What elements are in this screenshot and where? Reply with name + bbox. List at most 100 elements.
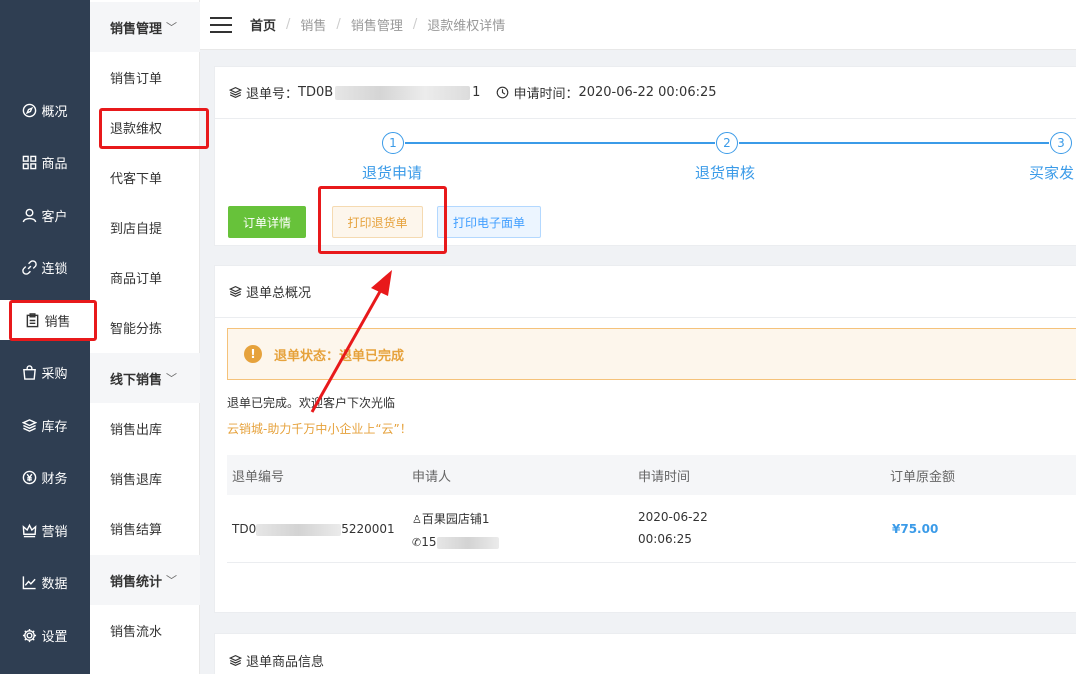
section-title: 退单总概况 [246, 286, 312, 301]
step-label: 买家发 [1029, 164, 1075, 182]
refund-overview-card: 退单总概况 ! 退单状态：退单已完成 退单已完成。欢迎客户下次光临 云销城-助力… [214, 265, 1076, 613]
user-icon [23, 208, 37, 222]
table-row: TD0 5220001 ♙百果园店铺1 ✆15 2020-06-22 00:06:… [227, 495, 1076, 563]
apply-time-cell: 2020-06-22 00:06:25 [638, 510, 708, 546]
progress-steps: 1 2 3 退货申请 退货审核 买家发 [215, 129, 1076, 189]
refund-info-card: 退单号： TD0B 1 申请时间： 2020-06-22 00:06:25 1 … [214, 66, 1076, 246]
submenu-item-sales-flow[interactable]: 销售流水 [90, 605, 200, 655]
submenu-label: 到店自提 [110, 221, 163, 237]
nav-label: 商品 [41, 156, 68, 172]
applicant-name: 百果园店铺1 [421, 512, 490, 526]
chart-icon [23, 575, 37, 589]
breadcrumb-separator: / [412, 17, 418, 32]
layers-icon [22, 418, 38, 432]
submenu-label: 销售出库 [110, 422, 163, 438]
nav-item-customer[interactable]: 客户 [0, 195, 90, 235]
submenu-item-pickup[interactable]: 到店自提 [90, 202, 200, 252]
nav-label: 设置 [41, 629, 68, 645]
breadcrumb-sales-management[interactable]: 销售管理 [351, 15, 403, 34]
column-header: 申请人 [412, 469, 452, 485]
nav-label: 库存 [41, 419, 68, 435]
submenu-label: 智能分拣 [110, 321, 163, 337]
user-icon: ♙ [412, 513, 422, 526]
link-icon [22, 259, 38, 275]
nav-item-goods[interactable]: 商品 [0, 142, 90, 182]
refund-goods-card: 退单商品信息 [214, 633, 1076, 674]
submenu-group-sales-management[interactable]: 销售管理 ﹀ [90, 2, 200, 52]
column-header: 退单编号 [232, 469, 285, 485]
submenu-group-sales-stats[interactable]: 销售统计 ﹀ [90, 555, 200, 605]
step-connector [405, 142, 715, 144]
submenu-group-offline-sales[interactable]: 线下销售 ﹀ [90, 353, 200, 403]
breadcrumb-sales[interactable]: 销售 [300, 15, 326, 34]
refund-no-cell: TD0 5220001 [232, 522, 395, 536]
breadcrumb-separator: / [336, 17, 341, 32]
apply-date: 2020-06-22 [638, 510, 708, 524]
section-title: 退单商品信息 [246, 654, 325, 670]
submenu-label: 商品订单 [110, 271, 163, 287]
gear-icon [23, 628, 37, 642]
step-connector [739, 142, 1049, 144]
submenu-item-proxy-order[interactable]: 代客下单 [90, 152, 200, 202]
submenu-group-label: 线下销售 [110, 372, 163, 388]
layers-icon [229, 86, 242, 99]
print-waybill-button[interactable]: 打印电子面单 [437, 206, 541, 238]
submenu-label: 销售流水 [110, 624, 163, 640]
refund-overview-header: 退单总概况 [215, 266, 1076, 318]
step-number: 1 [382, 132, 404, 154]
redacted-text [256, 523, 342, 536]
nav-label: 客户 [41, 209, 68, 225]
submenu-label: 退款维权 [110, 121, 163, 137]
nav-label: 数据 [41, 576, 68, 592]
clipboard-icon [27, 312, 39, 327]
refund-no-suffix: 1 [472, 85, 481, 100]
submenu-item-sales-order[interactable]: 销售订单 [90, 52, 200, 102]
submenu-item-goods-order[interactable]: 商品订单 [90, 252, 200, 302]
amount-cell: ¥75.00 [892, 522, 939, 536]
apply-time: 00:06:25 [638, 532, 692, 546]
nav-item-stock[interactable]: 库存 [0, 405, 90, 445]
redacted-text [436, 536, 499, 549]
nav-item-overview[interactable]: 概况 [0, 90, 90, 130]
refund-no-prefix: TD0 [232, 522, 257, 536]
nav-item-marketing[interactable]: 营销 [0, 510, 90, 550]
chevron-down-icon: ﹀ [166, 21, 178, 34]
applicant-cell: ♙百果园店铺1 ✆15 [412, 510, 499, 549]
nav-item-settings[interactable]: 设置 [0, 615, 90, 655]
order-detail-button[interactable]: 订单详情 [228, 206, 306, 238]
apply-time-label: 申请时间： [513, 87, 579, 102]
grid-icon [23, 155, 37, 169]
menu-toggle-icon[interactable] [210, 16, 232, 33]
step-number: 2 [716, 132, 738, 154]
submenu-item-sorting[interactable]: 智能分拣 [90, 302, 200, 352]
warning-icon: ! [244, 345, 262, 363]
nav-item-data[interactable]: 数据 [0, 562, 90, 602]
submenu-item-return-inbound[interactable]: 销售退库 [90, 453, 200, 503]
nav-label: 销售 [44, 314, 71, 330]
nav-item-finance[interactable]: 财务 [0, 457, 90, 497]
refund-no-prefix: TD0B [298, 85, 334, 100]
nav-label: 概况 [41, 104, 68, 120]
nav-item-chain[interactable]: 连锁 [0, 247, 90, 287]
yen-icon [23, 470, 37, 484]
column-header: 申请时间 [638, 469, 691, 485]
step-label: 退货审核 [695, 164, 756, 182]
phone-prefix: 15 [421, 535, 437, 549]
submenu-label: 销售退库 [110, 472, 163, 488]
submenu-label: 销售结算 [110, 522, 163, 538]
nav-label: 采购 [41, 366, 68, 382]
nav-item-sales[interactable]: 销售 [0, 300, 96, 340]
column-header: 订单原金额 [890, 469, 956, 485]
submenu-item-settlement[interactable]: 销售结算 [90, 503, 200, 553]
phone-icon: ✆ [412, 536, 422, 549]
chevron-down-icon: ﹀ [166, 372, 178, 385]
table-header: 退单编号 申请人 申请时间 订单原金额 [227, 455, 1076, 495]
submenu-group-label: 销售管理 [110, 21, 163, 37]
breadcrumb-home[interactable]: 首页 [250, 15, 276, 34]
step-number: 3 [1050, 132, 1072, 154]
submenu-group-label: 销售统计 [110, 574, 163, 590]
nav-item-purchase[interactable]: 采购 [0, 352, 90, 392]
print-return-button[interactable]: 打印退货单 [332, 206, 423, 238]
submenu-item-outbound[interactable]: 销售出库 [90, 403, 200, 453]
submenu-item-refund[interactable]: 退款维权 [90, 102, 200, 152]
